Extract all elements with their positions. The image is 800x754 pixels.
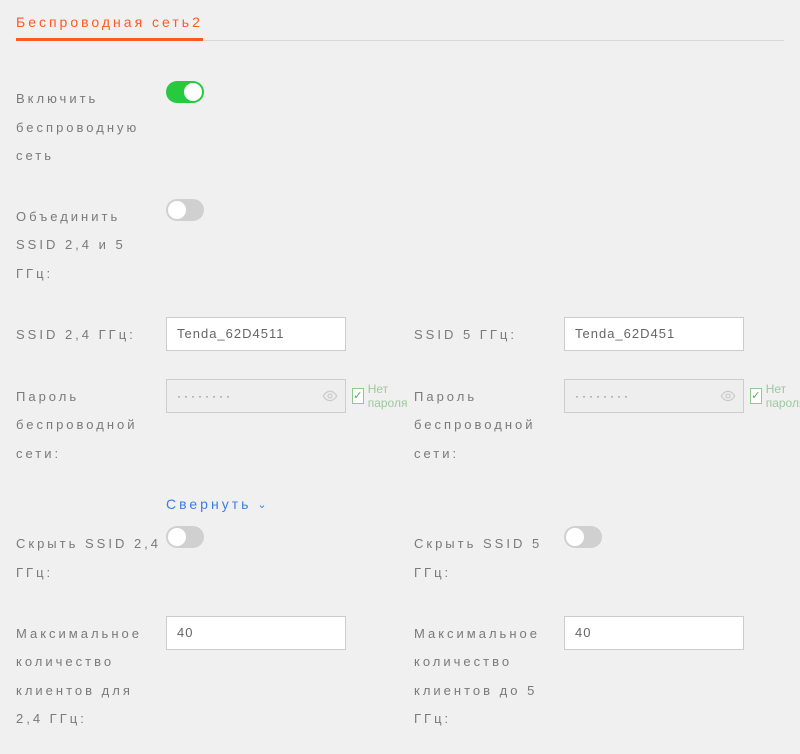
eye-icon[interactable] bbox=[720, 388, 736, 404]
max5-label: Максимальное количество клиентов до 5 ГГ… bbox=[414, 616, 564, 734]
ssid5-label: SSID 5 ГГц: bbox=[414, 317, 564, 350]
hide24-label: Скрыть SSID 2,4 ГГц: bbox=[16, 526, 166, 587]
chevron-down-icon: ⌄ bbox=[257, 498, 269, 511]
collapse-button[interactable]: Свернуть ⌄ bbox=[166, 496, 270, 512]
ssid24-input[interactable] bbox=[166, 317, 346, 351]
hide5-label: Скрыть SSID 5 ГГц: bbox=[414, 526, 564, 587]
max24-label: Максимальное количество клиентов для 2,4… bbox=[16, 616, 166, 734]
hide5-toggle[interactable] bbox=[564, 526, 602, 548]
pw24-label: Пароль беспроводной сети: bbox=[16, 379, 166, 469]
pw5-label: Пароль беспроводной сети: bbox=[414, 379, 564, 469]
max24-input[interactable] bbox=[166, 616, 346, 650]
pw5-input[interactable] bbox=[564, 379, 744, 413]
pw24-input[interactable] bbox=[166, 379, 346, 413]
nopass24-label: Нет пароля bbox=[368, 382, 412, 410]
nopass5-checkbox[interactable]: ✓ Нет пароля bbox=[750, 382, 800, 410]
nopass5-label: Нет пароля bbox=[766, 382, 800, 410]
row-hide: Скрыть SSID 2,4 ГГц: Скрыть SSID 5 ГГц: bbox=[16, 526, 784, 587]
unify-toggle[interactable] bbox=[166, 199, 204, 221]
row-max-clients: Максимальное количество клиентов для 2,4… bbox=[16, 616, 784, 734]
ssid5-input[interactable] bbox=[564, 317, 744, 351]
row-password: Пароль беспроводной сети: ✓ Нет пароля П… bbox=[16, 379, 784, 469]
tab-bar: Беспроводная сеть2 bbox=[16, 0, 784, 41]
ssid24-label: SSID 2,4 ГГц: bbox=[16, 317, 166, 350]
unify-label: Объединить SSID 2,4 и 5 ГГц: bbox=[16, 199, 166, 289]
tab-wireless2[interactable]: Беспроводная сеть2 bbox=[16, 14, 203, 41]
eye-icon[interactable] bbox=[322, 388, 338, 404]
row-collapse: Свернуть ⌄ bbox=[16, 496, 784, 512]
enable-toggle[interactable] bbox=[166, 81, 204, 103]
enable-label: Включить беспроводную сеть bbox=[16, 81, 166, 171]
check-icon: ✓ bbox=[750, 388, 762, 404]
row-unify: Объединить SSID 2,4 и 5 ГГц: bbox=[16, 199, 784, 289]
collapse-label: Свернуть bbox=[166, 496, 251, 512]
row-ssid: SSID 2,4 ГГц: SSID 5 ГГц: bbox=[16, 317, 784, 351]
row-enable: Включить беспроводную сеть bbox=[16, 81, 784, 171]
wireless-form: Включить беспроводную сеть Объединить SS… bbox=[16, 41, 784, 734]
max5-input[interactable] bbox=[564, 616, 744, 650]
hide24-toggle[interactable] bbox=[166, 526, 204, 548]
check-icon: ✓ bbox=[352, 388, 364, 404]
nopass24-checkbox[interactable]: ✓ Нет пароля bbox=[352, 382, 412, 410]
